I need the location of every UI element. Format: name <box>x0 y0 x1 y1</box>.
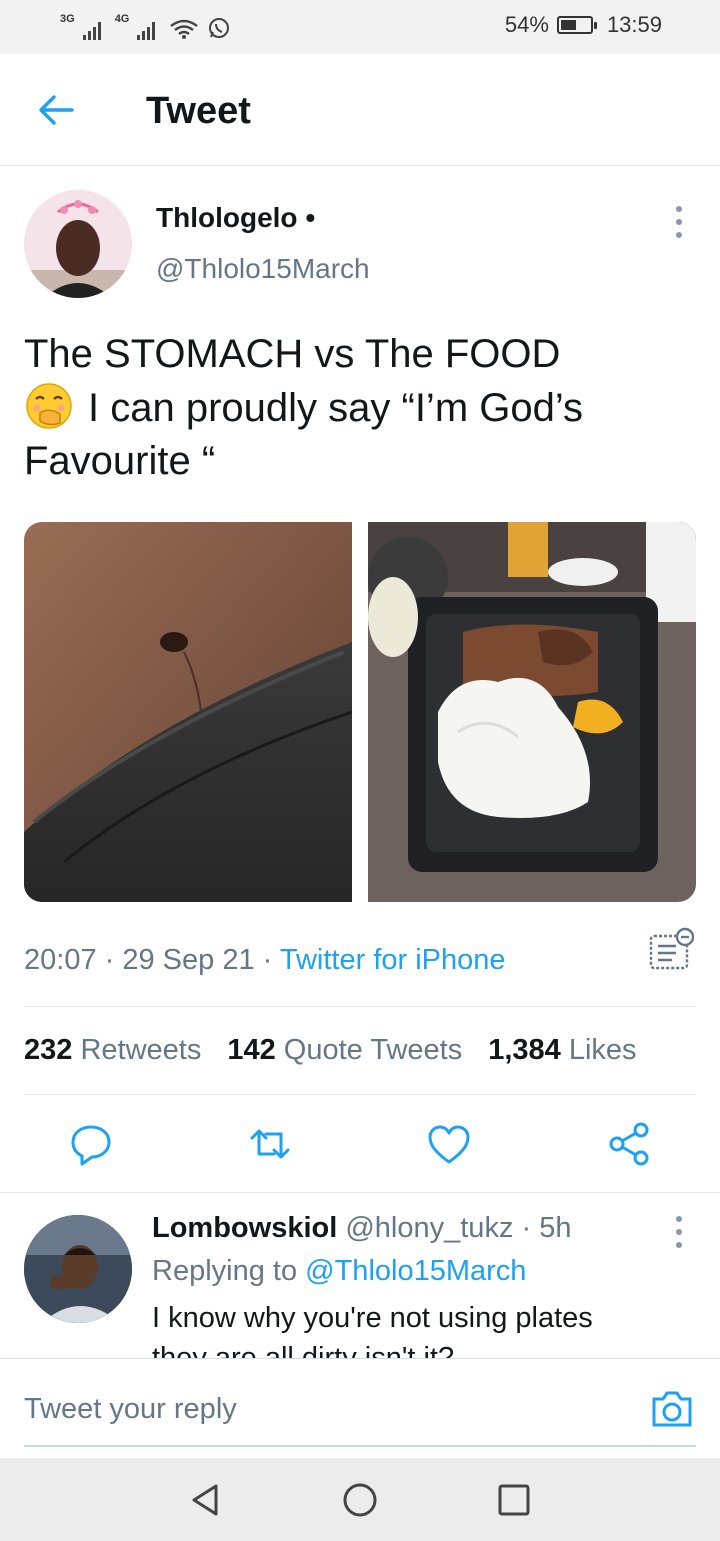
author-name[interactable]: Thlologelo • <box>156 202 315 234</box>
divider <box>0 1192 720 1193</box>
replying-to-label: Replying to <box>152 1255 298 1287</box>
reply-separator: · <box>521 1212 532 1244</box>
author-dot: • <box>305 202 316 233</box>
page-title: Tweet <box>146 90 251 132</box>
signal-icon-1 <box>82 20 101 40</box>
tweet-photo-food[interactable] <box>368 522 696 902</box>
reply-author-name[interactable]: Lombowskiol <box>152 1212 337 1244</box>
author-handle[interactable]: @Thlolo15March <box>156 253 370 285</box>
tweet-text-line-3: Favourite “ <box>24 439 216 483</box>
divider <box>24 1094 696 1095</box>
view-activity-icon[interactable] <box>646 926 696 974</box>
reply-author-handle[interactable]: @hlony_tukz <box>345 1212 513 1244</box>
divider <box>24 1006 696 1007</box>
battery-percent: 54% <box>504 12 549 37</box>
network-type-2: 4G <box>114 13 130 25</box>
reply-input[interactable]: Tweet your reply <box>24 1393 237 1426</box>
back-arrow-icon[interactable] <box>34 88 78 132</box>
clock: 13:59 <box>606 12 662 37</box>
author-display-name: Thlologelo <box>156 202 298 233</box>
top-app-bar: Tweet <box>0 54 720 166</box>
reply-author-avatar[interactable] <box>24 1215 132 1323</box>
reply-header: Lombowskiol @hlony_tukz · 5h <box>152 1212 572 1245</box>
quote-tweets-count[interactable]: 142 Quote Tweets <box>227 1034 462 1067</box>
status-bar: 3G 4G 54% 13:59 <box>0 0 720 54</box>
more-options-icon[interactable] <box>674 206 684 238</box>
author-avatar[interactable] <box>24 190 132 298</box>
network-type-1: 3G <box>60 13 75 25</box>
nav-back-icon[interactable] <box>186 1480 226 1520</box>
likes-count[interactable]: 1,384 Likes <box>488 1034 636 1067</box>
battery-icon <box>556 16 597 34</box>
reply-more-options-icon[interactable] <box>674 1216 684 1248</box>
whatsapp-icon <box>209 18 230 38</box>
tweet-time: 20:07 <box>24 944 97 976</box>
wifi-icon <box>170 19 199 39</box>
nav-recents-icon[interactable] <box>494 1480 534 1520</box>
replying-to-line: Replying to @Thlolo15March <box>152 1255 526 1288</box>
camera-icon[interactable] <box>648 1385 696 1433</box>
tweet-text: The STOMACH vs The FOOD I can proudly sa… <box>24 328 694 488</box>
system-navigation-bar <box>0 1458 720 1541</box>
reply-text: I know why you're not using plates they … <box>152 1302 593 1360</box>
reply-icon[interactable] <box>67 1120 115 1168</box>
signal-icon-2 <box>137 20 156 40</box>
hand-over-mouth-emoji-icon <box>26 383 72 429</box>
share-icon[interactable] <box>605 1120 653 1168</box>
tweet-timestamp: 20:07 · 29 Sep 21 · Twitter for iPhone <box>24 944 506 976</box>
tweet-text-line-1: The STOMACH vs The FOOD <box>24 332 561 376</box>
tweet-source-link[interactable]: Twitter for iPhone <box>280 944 506 976</box>
input-underline <box>24 1445 696 1447</box>
retweets-count[interactable]: 232 Retweets <box>24 1034 201 1067</box>
nav-home-icon[interactable] <box>340 1480 380 1520</box>
tweet-text-line-2: I can proudly say “I’m God’s <box>88 386 584 430</box>
like-icon[interactable] <box>425 1120 473 1168</box>
tweet-stats: 232 Retweets 142 Quote Tweets 1,384 Like… <box>24 1034 637 1067</box>
tweet-date: 29 Sep 21 <box>122 944 255 976</box>
retweet-icon[interactable] <box>246 1120 294 1168</box>
reply-age: 5h <box>539 1212 572 1244</box>
reply-composer: Tweet your reply <box>0 1358 720 1458</box>
replying-to-mention[interactable]: @Thlolo15March <box>305 1255 526 1287</box>
tweet-photo-stomach[interactable] <box>24 522 352 902</box>
